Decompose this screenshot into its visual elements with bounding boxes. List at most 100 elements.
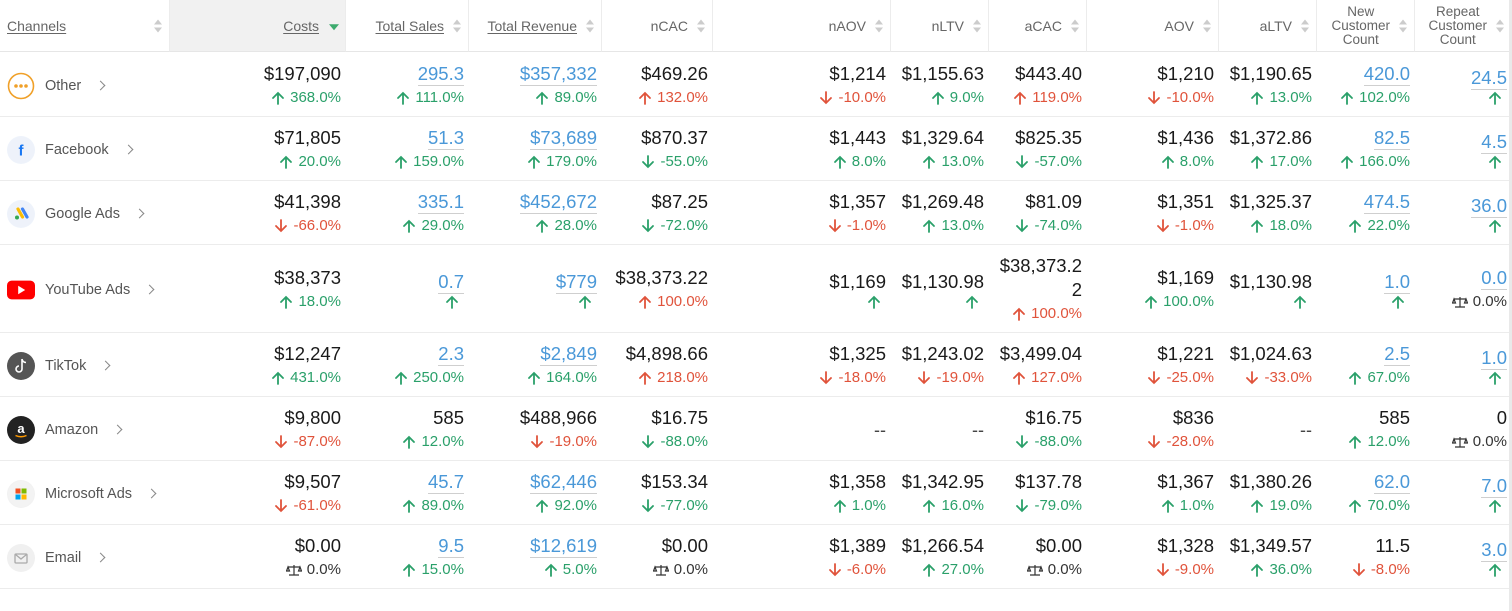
metric-value: $1,357 xyxy=(829,191,886,212)
sort-asc-icon xyxy=(973,19,981,24)
change-percent: 92.0% xyxy=(554,496,597,514)
channel-name[interactable]: Google Ads xyxy=(45,206,120,222)
chevron-right-icon[interactable] xyxy=(100,360,111,370)
metric-value-link[interactable]: 335.1 xyxy=(417,191,464,214)
sort-icon[interactable] xyxy=(453,19,461,32)
metric-cell-ncac: $38,373.22 100.0% xyxy=(602,245,713,333)
arrow-up-icon xyxy=(403,435,416,449)
metric-value-link[interactable]: 82.5 xyxy=(1373,127,1410,150)
arrow-up-icon xyxy=(1294,295,1306,309)
chevron-right-icon[interactable] xyxy=(134,208,145,218)
metric-value-link[interactable]: 9.5 xyxy=(438,535,464,558)
metric-value-link[interactable]: 7.0 xyxy=(1481,475,1507,498)
metric-value: $469.26 xyxy=(641,63,708,84)
channel-name[interactable]: Email xyxy=(45,550,81,566)
channel-name[interactable]: Other xyxy=(45,78,81,94)
channel-cell[interactable]: Google Ads xyxy=(0,181,170,245)
metric-cell-new_customer_count: 474.5 22.0% xyxy=(1317,181,1415,245)
metric-value-link[interactable]: 51.3 xyxy=(427,127,464,150)
sort-desc-icon[interactable] xyxy=(329,23,339,30)
sort-icon[interactable] xyxy=(1496,19,1504,32)
change-indicator: 16.0% xyxy=(922,495,984,517)
metric-value-link[interactable]: $452,672 xyxy=(519,191,597,214)
channel-cell[interactable]: f Facebook xyxy=(0,117,170,181)
sort-icon[interactable] xyxy=(1203,19,1211,32)
column-header-new_customer_count[interactable]: New Customer Count xyxy=(1317,0,1415,52)
arrow-down-icon xyxy=(1156,563,1169,577)
channel-name[interactable]: Facebook xyxy=(45,142,109,158)
channel-cell[interactable]: Other xyxy=(0,53,170,117)
change-indicator xyxy=(965,295,984,309)
metric-cell-nltv: -- xyxy=(891,397,989,461)
column-header-naov[interactable]: nAOV xyxy=(713,0,891,52)
metric-value-link[interactable]: 420.0 xyxy=(1363,63,1410,86)
sort-icon[interactable] xyxy=(973,19,981,32)
metric-value-link[interactable]: $357,332 xyxy=(519,63,597,86)
metric-value-link[interactable]: 36.0 xyxy=(1470,195,1507,218)
metric-value-link[interactable]: 62.0 xyxy=(1373,471,1410,494)
metric-value-link[interactable]: 45.7 xyxy=(427,471,464,494)
metric-value-link[interactable]: 0.7 xyxy=(438,271,464,294)
metric-value: -- xyxy=(874,419,886,440)
chevron-right-icon[interactable] xyxy=(146,488,157,498)
change-percent: 5.0% xyxy=(562,560,597,578)
metric-value-link[interactable]: 295.3 xyxy=(417,63,464,86)
sort-icon[interactable] xyxy=(154,19,162,32)
sort-icon[interactable] xyxy=(1301,19,1309,32)
change-percent: 164.0% xyxy=(546,368,597,386)
column-header-repeat_customer_count[interactable]: Repeat Customer Count xyxy=(1415,0,1512,52)
change-percent: -19.0% xyxy=(549,433,597,450)
channel-cell[interactable]: Microsoft Ads xyxy=(0,461,170,525)
metric-value-link[interactable]: 1.0 xyxy=(1481,347,1507,370)
change-percent: -61.0% xyxy=(293,497,341,514)
column-header-aov[interactable]: AOV xyxy=(1087,0,1219,52)
chevron-right-icon[interactable] xyxy=(144,284,155,294)
metric-value-link[interactable]: 474.5 xyxy=(1363,191,1410,214)
metric-value-link[interactable]: 0.0 xyxy=(1481,267,1507,290)
metric-value-link[interactable]: 1.0 xyxy=(1384,271,1410,294)
metric-value-link[interactable]: $779 xyxy=(555,271,597,294)
metric-value-link[interactable]: $12,619 xyxy=(530,535,597,558)
change-indicator: 111.0% xyxy=(396,87,464,109)
channel-cell[interactable]: TikTok xyxy=(0,333,170,397)
channel-name[interactable]: Microsoft Ads xyxy=(45,486,132,502)
column-header-channels[interactable]: Channels xyxy=(0,0,170,52)
channel-cell[interactable]: a Amazon xyxy=(0,397,170,461)
channel-cell[interactable]: Email xyxy=(0,525,170,589)
arrow-up-icon xyxy=(923,499,936,513)
chevron-right-icon[interactable] xyxy=(95,552,106,562)
chevron-right-icon[interactable] xyxy=(112,424,123,434)
column-header-ncac[interactable]: nCAC xyxy=(602,0,713,52)
column-header-total_sales[interactable]: Total Sales xyxy=(346,0,469,52)
chevron-right-icon[interactable] xyxy=(123,144,134,154)
change-indicator xyxy=(1488,91,1507,105)
metric-value-link[interactable]: 24.5 xyxy=(1470,67,1507,90)
chevron-right-icon[interactable] xyxy=(95,80,106,90)
sort-icon[interactable] xyxy=(875,19,883,32)
column-header-altv[interactable]: aLTV xyxy=(1219,0,1317,52)
column-header-acac[interactable]: aCAC xyxy=(989,0,1087,52)
channel-cell[interactable]: YouTube Ads xyxy=(0,245,170,333)
channel-name[interactable]: Amazon xyxy=(45,422,98,438)
column-header-nltv[interactable]: nLTV xyxy=(891,0,989,52)
channel-name[interactable]: YouTube Ads xyxy=(45,282,130,298)
sort-icon[interactable] xyxy=(1071,19,1079,32)
change-indicator: -10.0% xyxy=(1147,87,1214,109)
metric-value-link[interactable]: 2.3 xyxy=(438,343,464,366)
change-percent: 166.0% xyxy=(1359,152,1410,170)
metric-value-link[interactable]: 4.5 xyxy=(1481,131,1507,154)
metric-value-link[interactable]: $2,849 xyxy=(540,343,597,366)
sort-icon[interactable] xyxy=(1399,19,1407,32)
channel-name[interactable]: TikTok xyxy=(45,358,86,374)
metric-value-link[interactable]: 3.0 xyxy=(1481,539,1507,562)
metric-value-link[interactable]: 2.5 xyxy=(1384,343,1410,366)
sort-desc-icon xyxy=(973,27,981,32)
metric-value-link[interactable]: $62,446 xyxy=(530,471,597,494)
sort-icon[interactable] xyxy=(697,19,705,32)
sort-icon[interactable] xyxy=(586,19,594,32)
metric-value-link[interactable]: $73,689 xyxy=(530,127,597,150)
column-header-costs[interactable]: Costs xyxy=(170,0,346,52)
column-header-total_revenue[interactable]: Total Revenue xyxy=(469,0,602,52)
change-indicator: 12.0% xyxy=(1348,431,1410,453)
metric-cell-nltv: $1,266.54 27.0% xyxy=(891,525,989,589)
